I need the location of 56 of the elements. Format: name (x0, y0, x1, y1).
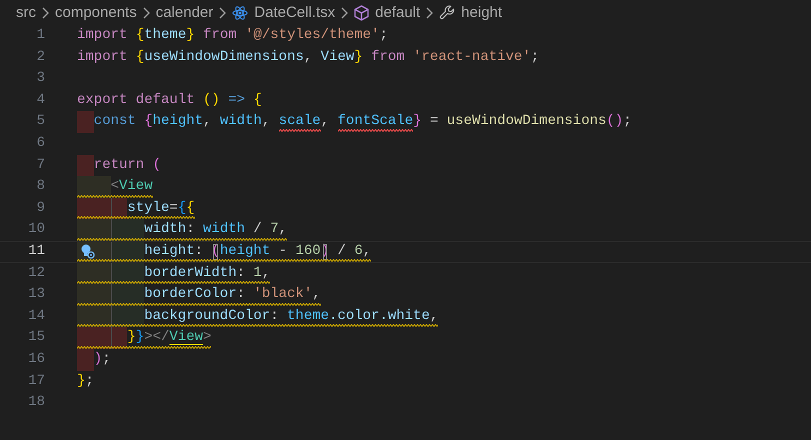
code-text: > (203, 328, 212, 348)
chevron-right-icon (341, 6, 348, 18)
line-number: 4 (36, 90, 45, 110)
line-number: 2 (36, 48, 45, 67)
wrench-icon (439, 4, 456, 20)
code-text: const {height, width, (94, 112, 272, 132)
line-number: 10 (27, 220, 45, 240)
line-number: 6 (36, 134, 45, 153)
code-text: borderColor: 'black', (144, 285, 321, 304)
code-text: export default () => { (77, 90, 262, 110)
breadcrumb-item[interactable]: height (461, 4, 502, 21)
breadcrumb-item[interactable]: default (375, 4, 420, 21)
code-text: return ( (94, 156, 162, 175)
code-text: import {useWindowDimensions, View} from 'react-native'; (77, 48, 540, 67)
breadcrumb-item[interactable]: calender (156, 4, 214, 21)
code-text: height - 160 (220, 242, 321, 261)
code-text: import {theme} from '@/styles/theme'; (77, 26, 388, 45)
chevron-right-icon (426, 6, 434, 18)
atom-icon (232, 4, 248, 20)
line-number: 15 (27, 328, 45, 348)
cube-icon (354, 4, 370, 20)
breadcrumb-item[interactable]: components (55, 4, 137, 21)
code-token: fontScale (338, 111, 414, 133)
line-number: 3 (36, 69, 45, 88)
line-number: 9 (36, 198, 45, 218)
breadcrumb-item[interactable]: DateCell.tsx (254, 4, 336, 21)
line-number: 8 (36, 177, 45, 196)
code-token: scale (278, 111, 321, 133)
code-text: , (320, 112, 330, 132)
line-number: 12 (27, 264, 45, 283)
chevron-right-icon (142, 6, 150, 18)
line-number: 5 (36, 112, 45, 132)
lightbulb-icon[interactable] (79, 242, 95, 259)
code-text: backgroundColor: theme.color.white, (144, 306, 438, 326)
line-number: 11 (27, 242, 45, 261)
line-number: 18 (27, 393, 45, 412)
code-text: } = useWindowDimensions(); (413, 112, 632, 132)
code-text: height: (144, 242, 204, 261)
code-text: }; (77, 372, 94, 390)
code-text: style={{ (127, 198, 195, 218)
line-number: 7 (36, 156, 45, 175)
code-text: ); (94, 350, 111, 369)
line-number: 13 (27, 285, 45, 304)
chevron-right-icon (42, 6, 49, 18)
code-text: / 6, (336, 242, 372, 261)
breadcrumb-item[interactable]: src (16, 4, 36, 21)
line-number: 16 (27, 350, 45, 369)
code-token: View (169, 328, 204, 348)
chevron-right-icon (219, 6, 226, 18)
code-text: width: width / 7, (144, 220, 288, 240)
code-text: borderWidth: 1, (144, 264, 270, 283)
line-number: 14 (27, 306, 45, 326)
code-text: }}></ (127, 328, 170, 348)
line-number: 1 (36, 26, 45, 45)
code-text: <View (110, 177, 153, 196)
line-number: 17 (27, 372, 45, 390)
